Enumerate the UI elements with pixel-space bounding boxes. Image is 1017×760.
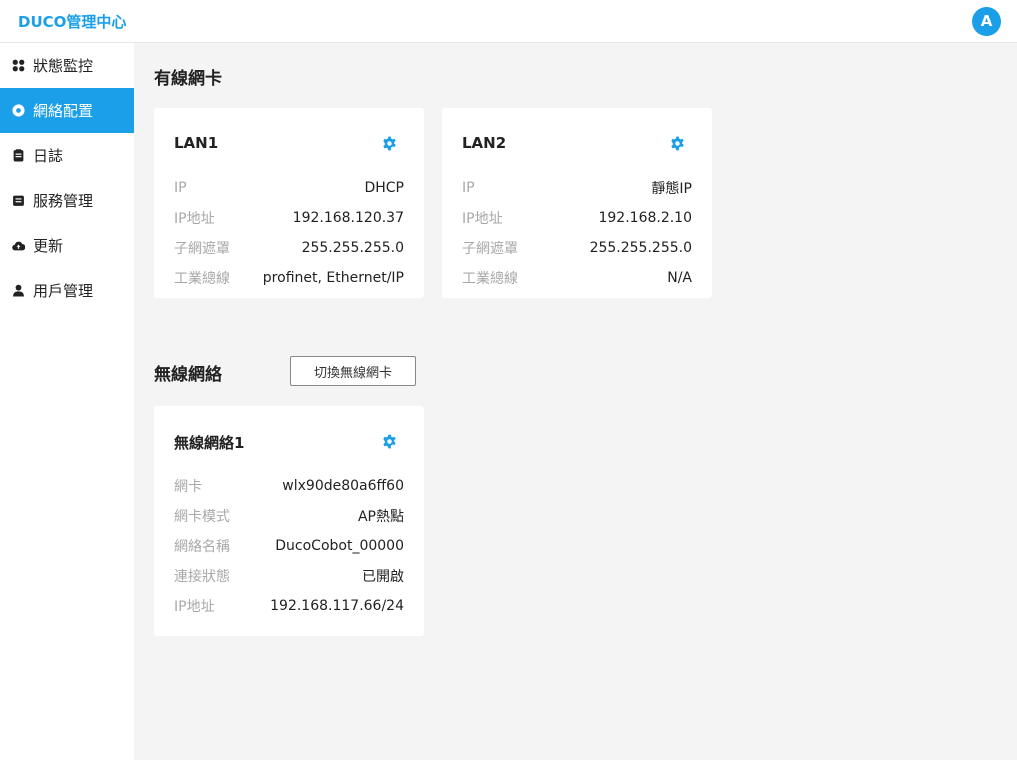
info-row: 工業總線 N/A xyxy=(462,268,692,288)
row-label: 網卡模式 xyxy=(174,509,230,525)
user-avatar[interactable]: A xyxy=(972,7,1001,36)
info-row: 子網遮罩 255.255.255.0 xyxy=(174,238,404,258)
info-row: IP地址 192.168.117.66/24 xyxy=(174,596,404,616)
info-row: 網卡模式 AP熱點 xyxy=(174,506,404,526)
row-value: AP熱點 xyxy=(357,509,404,525)
row-label: IP地址 xyxy=(174,599,215,615)
info-row: 子網遮罩 255.255.255.0 xyxy=(462,238,692,258)
row-label: 工業總線 xyxy=(174,271,230,287)
app-title: DUCO管理中心 xyxy=(18,13,127,31)
row-value: 已開啟 xyxy=(362,569,404,585)
sidebar-item-label: 日誌 xyxy=(33,147,64,165)
sidebar-item-service-management[interactable]: 服務管理 xyxy=(0,178,134,223)
top-bar: DUCO管理中心 A xyxy=(0,0,1017,43)
row-label: 子網遮罩 xyxy=(174,241,230,257)
gear-icon[interactable] xyxy=(382,434,397,449)
info-row: IP地址 192.168.2.10 xyxy=(462,208,692,228)
gear-icon[interactable] xyxy=(382,136,397,151)
row-label: IP xyxy=(174,180,187,196)
sidebar-item-status-monitor[interactable]: 狀態監控 xyxy=(0,43,134,88)
row-label: 網卡 xyxy=(174,479,202,495)
card-title: LAN2 xyxy=(462,134,507,152)
cloud-icon xyxy=(11,239,25,253)
sidebar-item-label: 服務管理 xyxy=(33,192,94,210)
sidebar-item-user-management[interactable]: 用戶管理 xyxy=(0,268,134,313)
info-row: 工業總線 profinet, Ethernet/IP xyxy=(174,268,404,288)
row-value: 192.168.120.37 xyxy=(292,210,404,226)
row-value: DucoCobot_00000 xyxy=(275,538,404,554)
sidebar-item-label: 狀態監控 xyxy=(33,57,94,75)
info-row: IP 靜態IP xyxy=(462,178,692,198)
row-label: 連接狀態 xyxy=(174,569,230,585)
sidebar-item-network-config[interactable]: 網絡配置 xyxy=(0,88,134,133)
wireless1-card: 無線網絡1 網卡 wlx90de80a6ff60 網卡模式 AP熱點 網絡名稱 Duc… xyxy=(154,406,424,636)
row-value: N/A xyxy=(667,270,692,286)
user-icon xyxy=(11,284,25,298)
sidebar-item-label: 用戶管理 xyxy=(33,282,94,300)
wired-section-title: 有線網卡 xyxy=(154,69,222,89)
sidebar-item-update[interactable]: 更新 xyxy=(0,223,134,268)
lan1-card: LAN1 IP DHCP IP地址 192.168.120.37 子網遮罩 255.2… xyxy=(154,108,424,298)
gear-icon[interactable] xyxy=(670,136,685,151)
info-row: IP DHCP xyxy=(174,178,404,198)
info-row: 網絡名稱 DucoCobot_00000 xyxy=(174,536,404,556)
sidebar-item-label: 更新 xyxy=(33,237,64,255)
row-value: DHCP xyxy=(364,180,404,196)
row-label: 網絡名稱 xyxy=(174,539,230,555)
lan2-card: LAN2 IP 靜態IP IP地址 192.168.2.10 子網遮罩 255.255… xyxy=(442,108,712,298)
row-label: IP地址 xyxy=(462,211,503,227)
network-icon xyxy=(11,104,25,118)
service-icon xyxy=(11,194,25,208)
row-value: 192.168.117.66/24 xyxy=(270,598,404,614)
info-row: IP地址 192.168.120.37 xyxy=(174,208,404,228)
log-icon xyxy=(11,149,25,163)
row-value: 255.255.255.0 xyxy=(589,240,692,256)
row-label: 子網遮罩 xyxy=(462,241,518,257)
row-label: IP地址 xyxy=(174,211,215,227)
row-value: profinet, Ethernet/IP xyxy=(262,270,404,286)
card-title: 無線網絡1 xyxy=(174,434,245,452)
info-row: 網卡 wlx90de80a6ff60 xyxy=(174,476,404,496)
sidebar-item-log[interactable]: 日誌 xyxy=(0,133,134,178)
row-label: IP xyxy=(462,180,475,196)
dashboard-icon xyxy=(11,59,25,73)
sidebar-item-label: 網絡配置 xyxy=(33,102,94,120)
card-title: LAN1 xyxy=(174,134,219,152)
row-value: 255.255.255.0 xyxy=(301,240,404,256)
info-row: 連接狀態 已開啟 xyxy=(174,566,404,586)
switch-wireless-card-button[interactable]: 切換無線網卡 xyxy=(290,356,416,386)
row-value: 靜態IP xyxy=(651,181,692,197)
row-label: 工業總線 xyxy=(462,271,518,287)
wireless-section-title: 無線網絡 xyxy=(154,365,222,385)
sidebar: 狀態監控 網絡配置 日誌 服務管理 更新 用戶管理 xyxy=(0,43,134,760)
row-value: 192.168.2.10 xyxy=(598,210,692,226)
row-value: wlx90de80a6ff60 xyxy=(282,478,404,494)
